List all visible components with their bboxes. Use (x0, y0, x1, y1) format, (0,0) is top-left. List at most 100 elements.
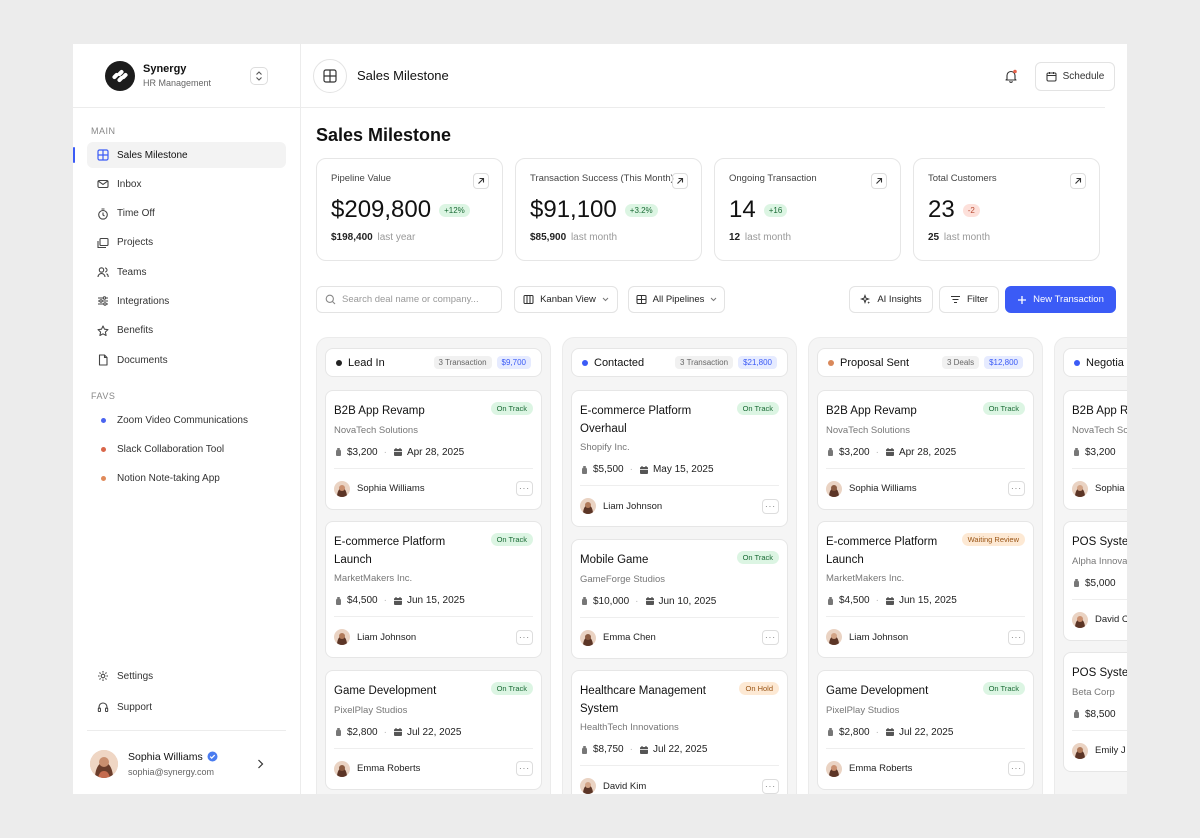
more-options-icon[interactable]: ··· (1008, 629, 1025, 645)
deal-card[interactable]: Healthcare Management System On Hold Healt… (571, 670, 788, 794)
arrow-up-right-icon[interactable] (672, 173, 688, 189)
all-pipelines-dropdown[interactable]: All Pipelines (628, 286, 725, 313)
arrow-up-right-icon[interactable] (473, 173, 489, 189)
deal-owner-row: David C (1072, 598, 1127, 640)
deal-status-badge: On Track (982, 402, 1025, 415)
deal-card[interactable]: B2B App Revamp On Track NovaTech Solutions… (325, 390, 542, 510)
meta-separator: · (875, 446, 879, 458)
sidebar-item-settings[interactable]: Settings (87, 663, 286, 689)
deal-card[interactable]: Mobile Game On Track GameForge Studios $10,… (571, 539, 788, 659)
chevron-right-icon[interactable] (257, 759, 264, 769)
notification-bell-icon[interactable] (1004, 69, 1018, 83)
column-title: Negotia (1086, 356, 1124, 369)
more-options-icon[interactable]: ··· (762, 630, 779, 645)
sidebar-item-label: Documents (117, 354, 168, 366)
fav-item-notion[interactable]: Notion Note-taking App (87, 466, 286, 492)
money-bag-icon (334, 447, 347, 457)
sidebar-item-label: Sales Milestone (117, 149, 188, 161)
deal-company: NovaTech So (1072, 424, 1127, 436)
deal-amount: $4,500 (347, 595, 378, 606)
filter-button[interactable]: Filter (939, 286, 999, 313)
search-input[interactable] (342, 294, 492, 305)
sidebar-item-label: Inbox (117, 178, 142, 190)
deal-amount: $5,500 (593, 464, 624, 475)
more-options-icon[interactable]: ··· (516, 629, 533, 645)
deal-card[interactable]: Game Development On Track PixelPlay Studio… (817, 670, 1034, 790)
calendar-icon (1046, 71, 1057, 82)
fav-item-zoom[interactable]: Zoom Video Communications (87, 407, 286, 433)
sidebar-item-documents[interactable]: Documents (87, 347, 286, 373)
deal-owner-row: Emma Roberts ··· (826, 747, 1025, 789)
sidebar-item-projects[interactable]: Projects (87, 230, 286, 256)
sidebar-item-integrations[interactable]: Integrations (87, 288, 286, 314)
column-amount-badge: $9,700 (496, 356, 531, 369)
sidebar-item-label: Support (117, 701, 153, 713)
schedule-button[interactable]: Schedule (1035, 62, 1115, 91)
status-dot-icon (828, 359, 834, 366)
stat-compare-label: last year (377, 232, 416, 243)
column-header[interactable]: Proposal Sent 3 Deals $12,800 (817, 348, 1034, 377)
filter-icon (950, 294, 961, 305)
main-section-label: MAIN (91, 126, 116, 136)
ai-insights-button[interactable]: AI Insights (849, 286, 933, 313)
deal-company: PixelPlay Studios (334, 704, 408, 716)
deal-card[interactable]: B2B App Revamp On Track NovaTech Solutions… (817, 390, 1034, 510)
kanban-view-dropdown[interactable]: Kanban View (514, 286, 618, 313)
deal-owner-row: Liam Johnson ··· (334, 616, 533, 657)
page-grid-icon[interactable] (313, 58, 347, 93)
stat-value: $209,800 (331, 196, 432, 223)
user-profile[interactable]: Sophia Williams sophia@synergy.com (87, 730, 286, 780)
more-options-icon[interactable]: ··· (762, 498, 779, 514)
deal-title: E-commerce Platform Launch (334, 536, 446, 566)
deal-card[interactable]: POS Syste Alpha Innova $5,000 David C (1063, 521, 1127, 641)
deal-owner-row: Liam Johnson ··· (580, 485, 779, 526)
deal-card[interactable]: E-commerce Platform Launch Waiting Review… (817, 521, 1034, 658)
deal-title: B2B App R (1072, 405, 1127, 417)
meta-separator: · (629, 464, 633, 475)
more-options-icon[interactable]: ··· (516, 761, 533, 776)
search-box[interactable] (316, 286, 502, 313)
more-options-icon[interactable]: ··· (1008, 761, 1025, 776)
verified-badge-icon (207, 751, 218, 762)
fav-item-label: Slack Collaboration Tool (117, 443, 225, 455)
deal-card[interactable]: POS Syste Beta Corp $8,500 Emily J (1063, 652, 1127, 772)
avatar (1072, 742, 1088, 759)
profile-name: Sophia Williams (128, 750, 203, 763)
sidebar-item-support[interactable]: Support (87, 694, 286, 720)
fav-item-slack[interactable]: Slack Collaboration Tool (87, 436, 286, 462)
deal-card[interactable]: B2B App R NovaTech So $3,200 Sophia (1063, 390, 1127, 510)
stat-card-total-customers: Total Customers 23 -2 25 last month (913, 158, 1100, 261)
sidebar-item-teams[interactable]: Teams (87, 259, 286, 285)
deal-status-badge: Waiting Review (961, 533, 1025, 546)
deal-meta: $3,200 · Apr 28, 2025 (334, 447, 533, 458)
column-header[interactable]: Negotia (1063, 348, 1127, 377)
sidebar-item-inbox[interactable]: Inbox (87, 171, 286, 197)
deal-card[interactable]: E-commerce Platform Overhaul On Track Shop… (571, 390, 788, 527)
more-options-icon[interactable]: ··· (516, 481, 533, 496)
money-bag-icon (826, 727, 839, 737)
column-header[interactable]: Contacted 3 Transaction $21,800 (571, 348, 788, 377)
more-options-icon[interactable]: ··· (1008, 481, 1025, 496)
money-bag-icon (826, 447, 839, 457)
deal-card[interactable]: E-commerce Platform Launch On Track Market… (325, 521, 542, 658)
arrow-up-right-icon[interactable] (871, 173, 887, 189)
brand-header[interactable]: Synergy HR Management (73, 44, 300, 108)
calendar-icon (393, 447, 407, 457)
more-options-icon[interactable]: ··· (762, 778, 779, 794)
ai-insights-label: AI Insights (877, 294, 922, 305)
bottom-nav: Settings Support (87, 660, 286, 720)
favs-section-label: FAVS (91, 391, 116, 402)
arrow-up-right-icon[interactable] (1070, 173, 1086, 189)
sidebar-item-benefits[interactable]: Benefits (87, 318, 286, 344)
money-bag-icon (580, 596, 593, 606)
deal-meta: $10,000 · Jun 10, 2025 (580, 596, 779, 607)
column-header[interactable]: Lead In 3 Transaction $9,700 (325, 348, 542, 377)
sidebar-item-sales-milestone[interactable]: Sales Milestone (73, 142, 286, 168)
sidebar-item-time-off[interactable]: Time Off (87, 201, 286, 227)
workspace-switch-icon[interactable] (250, 67, 268, 85)
new-transaction-button[interactable]: New Transaction (1005, 286, 1116, 313)
deal-amount: $2,800 (347, 726, 378, 738)
deal-card[interactable]: Game Development On Track PixelPlay Studio… (325, 670, 542, 790)
deal-title: B2B App Revamp (334, 405, 425, 417)
main-nav: Sales Milestone Inbox Time Off Projects … (73, 142, 300, 373)
